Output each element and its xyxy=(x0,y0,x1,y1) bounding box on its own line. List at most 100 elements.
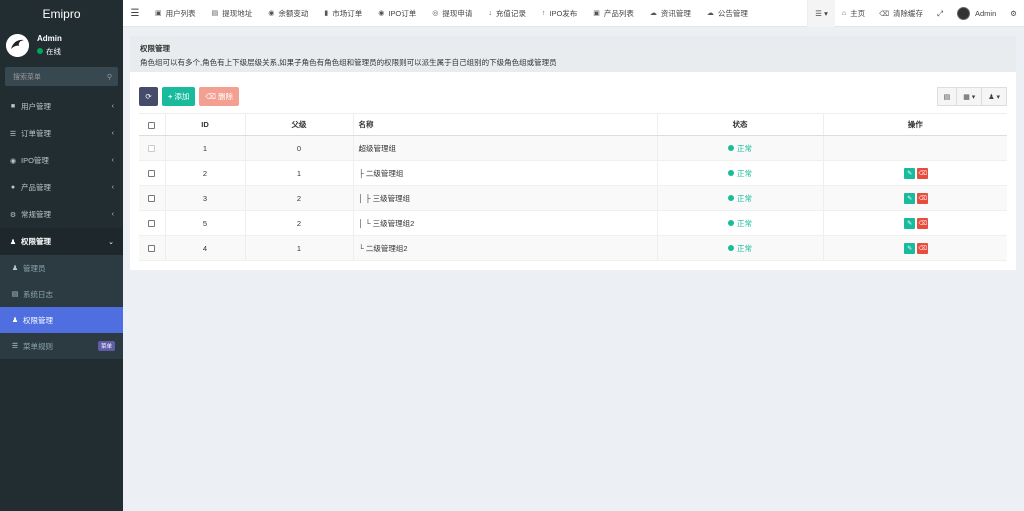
status-dot-icon xyxy=(728,170,734,176)
sidebar-item-orders[interactable]: ☰ 订单管理 ‹ xyxy=(0,120,123,147)
cell-pid: 1 xyxy=(245,160,354,186)
row-select xyxy=(139,235,166,261)
delete-icon[interactable]: ⌫ xyxy=(917,167,929,179)
tab-user-list[interactable]: ▣ 用户列表 xyxy=(147,0,204,27)
cell-operate: ✎ ⌫ xyxy=(823,185,1007,211)
delete-button[interactable]: ⌫ 删除 xyxy=(199,87,239,106)
edit-icon[interactable]: ✎ xyxy=(904,217,916,229)
cell-id: 4 xyxy=(165,235,246,261)
toolbar: ⟳ + 添加 ⌫ 删除 xyxy=(139,87,1007,106)
user-menu[interactable]: Admin xyxy=(950,0,1003,27)
row-select xyxy=(139,135,166,161)
tab-withdraw-address[interactable]: ▤ 提现地址 xyxy=(204,0,261,27)
status-badge: 正常 xyxy=(728,168,752,179)
tab-notices[interactable]: ☁ 公告管理 xyxy=(699,0,756,27)
row-checkbox[interactable] xyxy=(148,195,156,203)
home-label: 主页 xyxy=(850,9,866,18)
delete-icon[interactable]: ⌫ xyxy=(917,217,929,229)
edit-icon[interactable]: ✎ xyxy=(904,192,916,204)
table-row: 3 2 │ ├ 三级管理组 正常 ✎ ⌫ xyxy=(139,185,1007,211)
money-icon: ◉ xyxy=(268,10,275,17)
delete-icon[interactable]: ⌫ xyxy=(917,192,929,204)
search-icon[interactable]: ⚲ xyxy=(107,73,112,81)
expand-icon: ⤢ xyxy=(937,8,943,18)
tab-label: 市场订单 xyxy=(332,8,363,18)
settings-button[interactable]: ⚙ xyxy=(1003,0,1024,27)
tab-news[interactable]: ☁ 资讯管理 xyxy=(642,0,699,27)
columns-button[interactable]: ▦ ▾ xyxy=(957,87,983,106)
status-badge: 正常 xyxy=(728,243,752,254)
trash-icon: ⌫ xyxy=(879,10,889,18)
sidebar-item-menu-rules[interactable]: ☰ 菜单规则 菜单 xyxy=(0,333,123,359)
tab-balance-change[interactable]: ◉ 余额变动 xyxy=(260,0,316,27)
auth-submenu: ♟ 管理员 ▤ 系统日志 ♟ 权限管理 ☰ 菜单规则 菜单 xyxy=(0,255,123,359)
edit-icon[interactable]: ✎ xyxy=(904,242,916,254)
sidebar-item-logs[interactable]: ▤ 系统日志 xyxy=(0,281,123,307)
sidebar-item-auth[interactable]: ♟ 权限管理 ⌄ xyxy=(0,228,123,255)
select-all-header xyxy=(139,113,166,136)
tab-ipo-orders[interactable]: ◉ IPO订单 xyxy=(370,0,424,27)
edit-icon[interactable]: ✎ xyxy=(904,167,916,179)
sidebar-item-products[interactable]: ● 产品管理 ‹ xyxy=(0,174,123,201)
cell-name: │ ├ 三级管理组 xyxy=(353,185,658,211)
toggle-view-button[interactable]: ▤ xyxy=(936,87,958,106)
refresh-icon: ⟳ xyxy=(145,92,152,101)
list-icon: ☰ xyxy=(9,130,17,138)
brand-logo[interactable]: Emipro xyxy=(0,0,123,27)
tab-label: IPO发布 xyxy=(549,8,578,18)
cell-name: │ └ 三级管理组2 xyxy=(353,210,658,236)
sidebar-item-label: 权限管理 xyxy=(23,315,53,325)
row-select xyxy=(139,160,166,186)
cell-pid: 2 xyxy=(245,210,354,236)
add-button[interactable]: + 添加 xyxy=(162,87,196,106)
col-name[interactable]: 名称 xyxy=(353,113,658,136)
cell-status: 正常 xyxy=(657,235,824,261)
bookmark-icon: ▮ xyxy=(324,10,329,17)
cell-id: 1 xyxy=(165,135,246,161)
tab-withdraw-requests[interactable]: ◎ 提现申请 xyxy=(424,0,480,27)
tab-recharge-records[interactable]: ↓ 充值记录 xyxy=(480,0,534,27)
col-pid[interactable]: 父级 xyxy=(245,113,354,136)
cell-status: 正常 xyxy=(657,135,824,161)
sidebar-menu: ■ 用户管理 ‹ ☰ 订单管理 ‹ ◉ IPO管理 ‹ ● 产品管理 ‹ ⚙ 常规管理 ‹ ♟ 权限管… xyxy=(0,93,123,359)
export-button[interactable]: ♟ ▾ xyxy=(982,87,1007,106)
status-label: 正常 xyxy=(737,143,752,153)
user-icon: ♟ xyxy=(11,265,19,272)
sidebar-item-general[interactable]: ⚙ 常规管理 ‹ xyxy=(0,201,123,228)
tab-market-orders[interactable]: ▮ 市场订单 xyxy=(316,0,370,27)
tab-label: 提现申请 xyxy=(442,8,473,18)
sidebar-item-admins[interactable]: ♟ 管理员 xyxy=(0,255,123,281)
tab-label: 充值记录 xyxy=(495,8,526,18)
tab-product-list[interactable]: ▣ 产品列表 xyxy=(585,0,642,27)
cogs-icon: ⚙ xyxy=(9,211,17,219)
tab-label: 资讯管理 xyxy=(660,8,691,18)
cell-pid: 2 xyxy=(245,185,354,211)
col-status[interactable]: 状态 xyxy=(657,113,824,136)
tab-ipo-publish[interactable]: ↑ IPO发布 xyxy=(534,0,585,27)
status-badge: 正常 xyxy=(728,143,752,154)
id-card-icon: ▣ xyxy=(155,10,162,17)
select-all-checkbox[interactable] xyxy=(148,121,156,129)
row-checkbox[interactable] xyxy=(148,245,156,253)
delete-label: 删除 xyxy=(218,92,233,101)
sidebar-toggle-icon[interactable]: ☰ xyxy=(123,0,147,27)
row-checkbox[interactable] xyxy=(148,170,156,178)
sidebar-item-users[interactable]: ■ 用户管理 ‹ xyxy=(0,93,123,120)
chevron-down-icon: ⌄ xyxy=(108,238,114,246)
avatar xyxy=(957,7,970,20)
fullscreen-button[interactable]: ⤢ xyxy=(930,0,950,27)
clear-cache-button[interactable]: ⌫ 清除缓存 xyxy=(872,0,930,27)
delete-icon[interactable]: ⌫ xyxy=(917,242,929,254)
home-button[interactable]: ⌂ 主页 xyxy=(835,0,872,27)
status-dot-icon xyxy=(728,195,734,201)
row-select xyxy=(139,210,166,236)
group-icon: ♟ xyxy=(11,317,19,324)
sidebar-item-label: 权限管理 xyxy=(21,237,51,246)
sidebar-item-roles[interactable]: ♟ 权限管理 xyxy=(0,307,123,333)
sidebar-search-input[interactable]: 搜索菜单 ⚲ xyxy=(5,67,118,86)
tabs-dropdown-button[interactable]: ☰ ▾ xyxy=(807,0,835,27)
col-id[interactable]: ID xyxy=(165,113,246,136)
sidebar-item-ipo[interactable]: ◉ IPO管理 ‹ xyxy=(0,147,123,174)
refresh-button[interactable]: ⟳ xyxy=(139,87,158,106)
row-checkbox[interactable] xyxy=(148,220,156,228)
